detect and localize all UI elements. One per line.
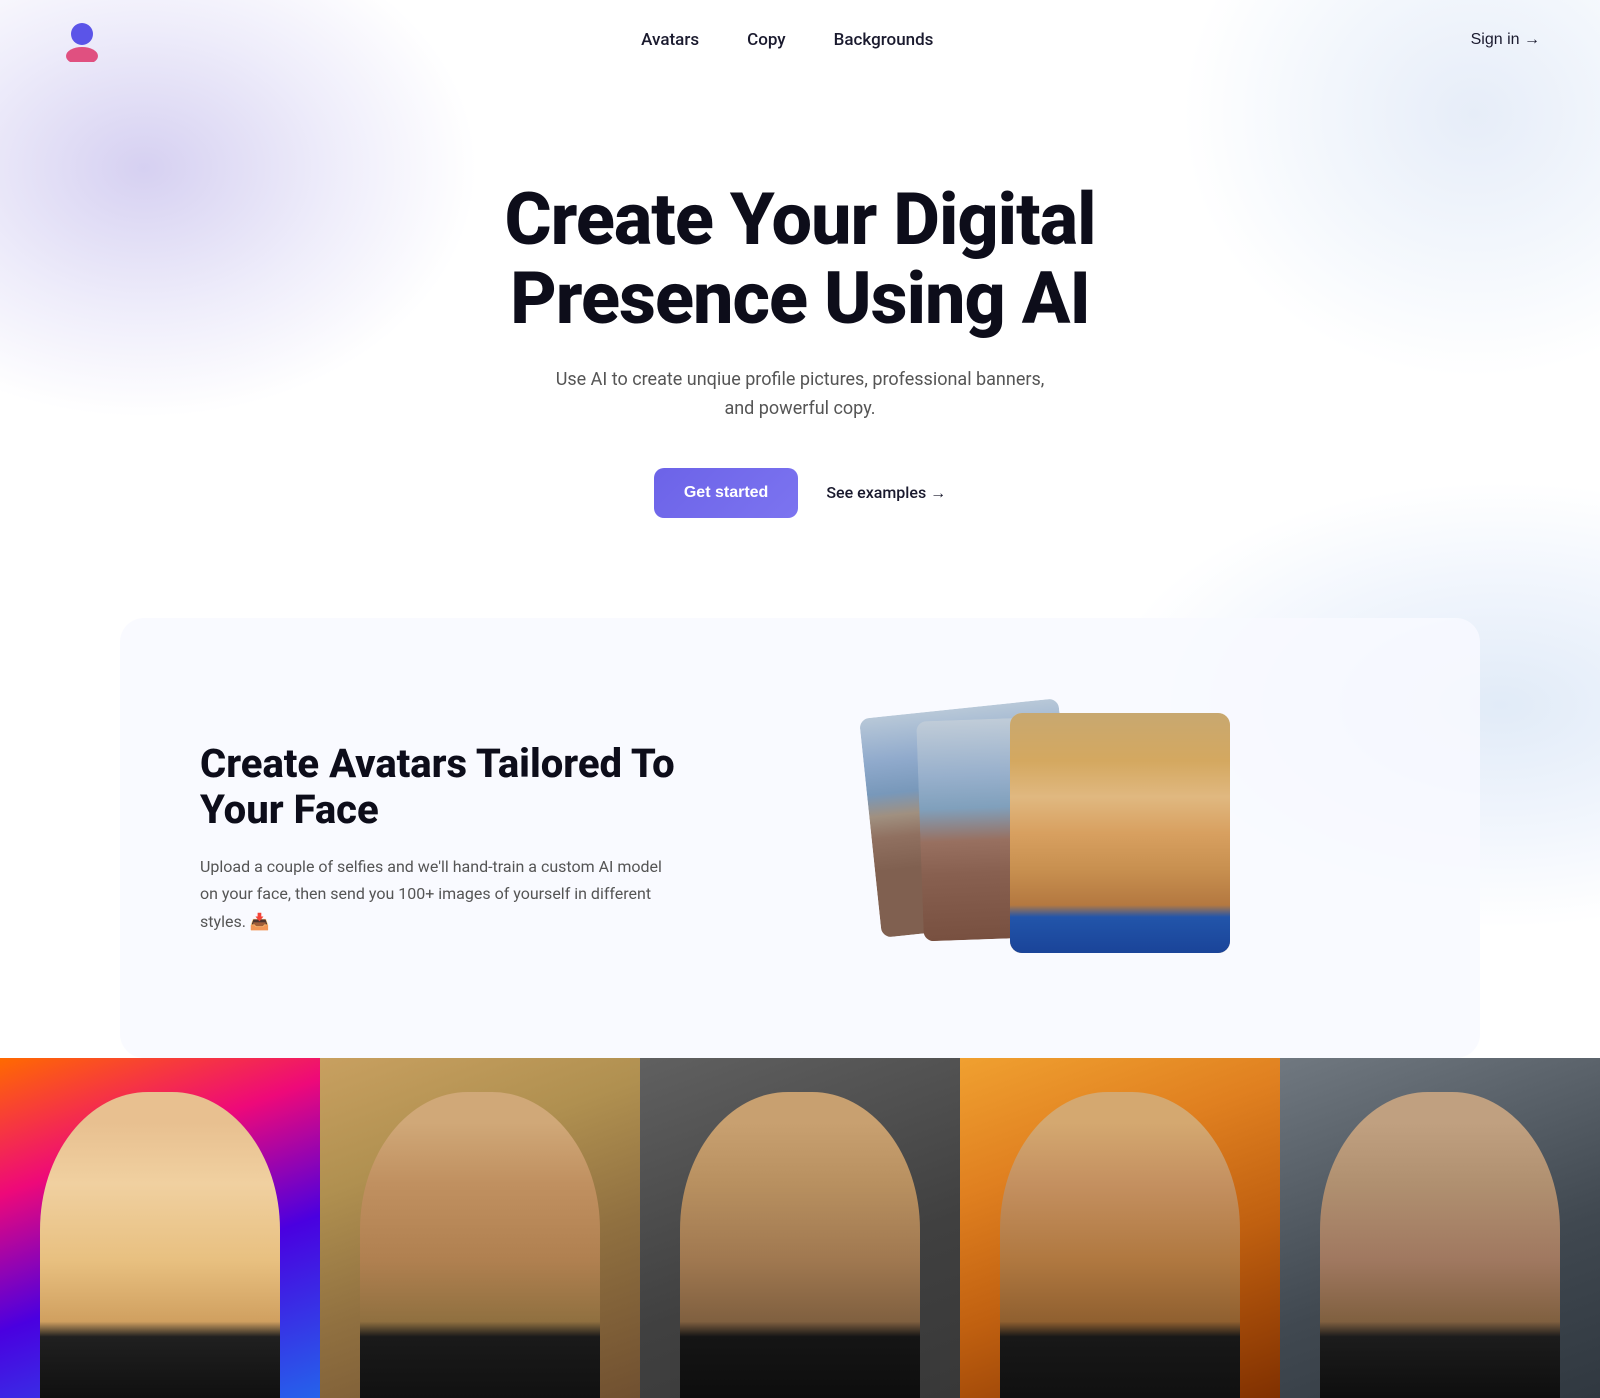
nav-link-avatars[interactable]: Avatars (641, 30, 699, 50)
logo-icon (60, 18, 104, 62)
avatar-card-4 (960, 1058, 1280, 1398)
see-examples-link[interactable]: See examples → (826, 483, 946, 503)
photo-card-main (1010, 713, 1230, 953)
avatar-card-5 (1280, 1058, 1600, 1398)
nav-link-backgrounds[interactable]: Backgrounds (834, 30, 934, 50)
nav-links: Avatars Copy Backgrounds (641, 30, 933, 50)
photo-stack (850, 708, 1230, 968)
hero-section: Create Your Digital Presence Using AI Us… (0, 80, 1600, 598)
nav-link-copy[interactable]: Copy (747, 30, 786, 50)
feature-section: Create Avatars Tailored To Your Face Upl… (120, 618, 1480, 1058)
hero-subtitle: Use AI to create unqiue profile pictures… (540, 366, 1060, 424)
feature-title: Create Avatars Tailored To Your Face (200, 741, 680, 833)
hero-title: Create Your Digital Presence Using AI (450, 180, 1150, 338)
avatar-gallery (0, 1058, 1600, 1398)
get-started-button[interactable]: Get started (654, 468, 798, 518)
feature-text: Create Avatars Tailored To Your Face Upl… (200, 741, 680, 935)
face-sim-2 (360, 1092, 600, 1398)
hero-cta: Get started See examples → (60, 468, 1540, 518)
navbar: Avatars Copy Backgrounds Sign in → (0, 0, 1600, 80)
face-sim-4 (1000, 1092, 1240, 1398)
face-sim-3 (680, 1092, 920, 1398)
feature-description: Upload a couple of selfies and we'll han… (200, 853, 680, 935)
avatar-card-3 (640, 1058, 960, 1398)
nav-right: Sign in → (1471, 31, 1540, 49)
avatar-card-1 (0, 1058, 320, 1398)
logo[interactable] (60, 18, 104, 62)
face-sim-1 (40, 1092, 280, 1398)
sign-in-button[interactable]: Sign in → (1471, 31, 1540, 49)
portrait-face (1010, 713, 1230, 953)
face-sim-5 (1320, 1092, 1560, 1398)
avatar-card-2 (320, 1058, 640, 1398)
feature-images (680, 698, 1400, 978)
